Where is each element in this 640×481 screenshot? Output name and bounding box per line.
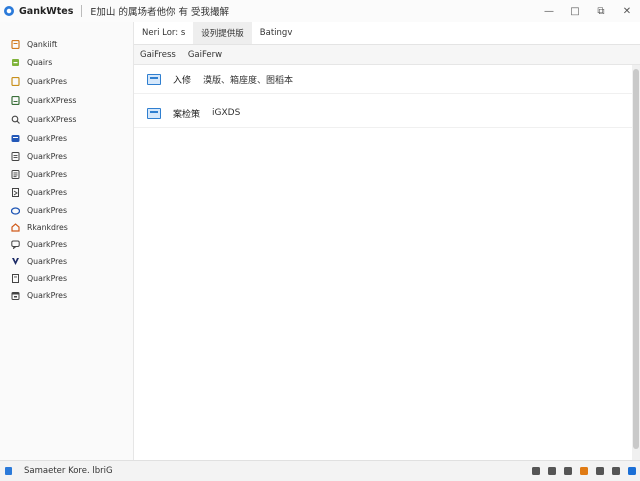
- title-divider: [81, 5, 83, 17]
- sidebar-item[interactable]: QuarkXPress: [0, 111, 133, 128]
- list-item-detail: 漠版、箱座度、图稻本: [203, 75, 294, 86]
- list-item-label: 入修: [173, 75, 192, 86]
- list-icon: [11, 152, 20, 161]
- sidebar-item[interactable]: QuarkPres: [0, 184, 133, 201]
- tab-batingv[interactable]: Batingv: [252, 22, 301, 44]
- sub-tab-bar: GaiFress GaiFerw: [134, 45, 640, 65]
- scrollbar-thumb[interactable]: [633, 69, 639, 449]
- tab-bar: Neri Lor: s 设列提供版 Batingv: [134, 22, 640, 45]
- list-item-detail: iGXDS: [212, 108, 241, 118]
- document-icon: [11, 40, 20, 49]
- search-icon: [11, 115, 20, 124]
- sidebar-item[interactable]: Qankiift: [0, 36, 133, 53]
- sidebar-item[interactable]: QuarkPres: [0, 253, 133, 270]
- page-icon: [11, 170, 20, 179]
- sidebar-item-label: Rkankdres: [27, 223, 68, 232]
- sidebar-item-label: QuarkPres: [27, 170, 68, 179]
- app-logo-icon: [4, 6, 14, 16]
- sidebar-item-label: QuarkPres: [27, 152, 68, 161]
- system-tray: [524, 461, 636, 481]
- box-icon[interactable]: [564, 467, 572, 475]
- list-item-label: 案检策: [173, 109, 201, 120]
- maximize-button[interactable]: □: [562, 0, 588, 22]
- sidebar-item-label: QuarkPres: [27, 134, 68, 143]
- status-app-icon: [5, 467, 12, 475]
- subtab-gaifress[interactable]: GaiFress: [134, 45, 182, 64]
- house-icon: [11, 223, 20, 232]
- restore-button[interactable]: ⧉: [588, 0, 614, 22]
- sidebar-item-label: Qankiift: [27, 40, 58, 49]
- sidebar: Qankiift Quairs QuarkPres QuarkXPress Qu…: [0, 22, 134, 460]
- subtab-gaiferw[interactable]: GaiFerw: [182, 45, 228, 64]
- sidebar-item-label: QuarkXPress: [27, 115, 77, 124]
- sidebar-item[interactable]: QuarkPres: [0, 202, 133, 219]
- sidebar-item[interactable]: QuarkXPress: [0, 92, 133, 109]
- sidebar-item[interactable]: Quairs: [0, 54, 133, 71]
- window-title: E加山 的属场者他你 有 受我撮解: [90, 7, 229, 18]
- tab-neri[interactable]: Neri Lor: s: [134, 22, 193, 44]
- cloud-icon: [11, 206, 20, 215]
- sidebar-item[interactable]: Rkankdres: [0, 219, 133, 236]
- app-name: GankWtes: [19, 5, 74, 17]
- calendar-icon: [11, 291, 20, 300]
- status-text: Samaeter Kore. lbriG: [24, 466, 113, 476]
- bookmark-icon: [11, 274, 20, 283]
- chat-icon: [11, 240, 20, 249]
- leaf-icon: [11, 58, 20, 67]
- close-button[interactable]: ✕: [614, 0, 640, 22]
- sidebar-item[interactable]: QuarkPres: [0, 166, 133, 183]
- save-icon[interactable]: [548, 467, 556, 475]
- sidebar-item-label: QuarkPres: [27, 257, 68, 266]
- monitor-icon[interactable]: [532, 467, 540, 475]
- minimize-button[interactable]: —: [536, 0, 562, 22]
- page-icon: [11, 96, 20, 105]
- content-list: 入修 漠版、箱座度、图稻本 案检策 iGXDS: [134, 65, 632, 460]
- title-bar: GankWtes E加山 的属场者他你 有 受我撮解 — □ ⧉ ✕: [0, 0, 640, 23]
- bell-icon[interactable]: [612, 467, 620, 475]
- window-icon: [147, 73, 161, 85]
- window-icon: [147, 107, 161, 119]
- tab-settings-list[interactable]: 设列提供版: [193, 22, 252, 44]
- windows-icon[interactable]: [628, 467, 636, 475]
- network-icon[interactable]: [596, 467, 604, 475]
- page-icon: [11, 77, 20, 86]
- list-item[interactable]: 案检策 iGXDS: [134, 99, 632, 128]
- sidebar-item[interactable]: QuarkPres: [0, 73, 133, 90]
- sidebar-item-label: QuarkPres: [27, 240, 68, 249]
- sidebar-item[interactable]: QuarkPres: [0, 148, 133, 165]
- v-icon: [11, 257, 20, 266]
- sidebar-item-label: QuarkXPress: [27, 96, 77, 105]
- sidebar-item-label: QuarkPres: [27, 188, 68, 197]
- sidebar-item[interactable]: QuarkPres: [0, 130, 133, 147]
- shield-icon: [11, 134, 20, 143]
- sidebar-item[interactable]: QuarkPres: [0, 236, 133, 253]
- vertical-scrollbar[interactable]: [632, 65, 640, 460]
- status-bar: Samaeter Kore. lbriG: [0, 460, 640, 481]
- sidebar-item[interactable]: QuarkPres: [0, 270, 133, 287]
- sidebar-item-label: QuarkPres: [27, 77, 68, 86]
- sidebar-item-label: QuarkPres: [27, 274, 68, 283]
- sidebar-item-label: QuarkPres: [27, 291, 68, 300]
- fire-icon[interactable]: [580, 467, 588, 475]
- list-item[interactable]: 入修 漠版、箱座度、图稻本: [134, 65, 632, 94]
- sidebar-item-label: Quairs: [27, 58, 53, 67]
- sidebar-item-label: QuarkPres: [27, 206, 68, 215]
- bookmark-icon: [11, 188, 20, 197]
- window-controls: — □ ⧉ ✕: [536, 0, 640, 22]
- sidebar-item[interactable]: QuarkPres: [0, 287, 133, 304]
